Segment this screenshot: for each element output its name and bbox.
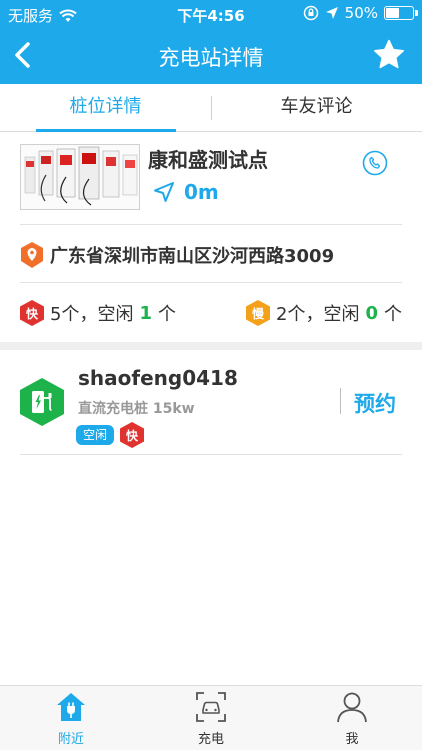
favorite-star-icon[interactable] — [372, 38, 406, 72]
charger-glyph-icon — [32, 391, 52, 413]
divider — [340, 388, 341, 414]
pile-name: shaofeng0418 — [78, 366, 238, 390]
slow-count-text: 2个，空闲 — [276, 304, 360, 325]
phone-call-icon[interactable] — [362, 150, 388, 176]
charger-photo-image — [21, 145, 139, 209]
user-icon — [337, 692, 367, 723]
nav-bar: 充电站详情 — [0, 28, 422, 84]
fast-badge-icon: 快 — [120, 422, 145, 448]
divider — [20, 454, 402, 455]
tabbar-item-charge[interactable]: 充电 — [171, 690, 251, 747]
divider — [20, 282, 402, 283]
location-pin-icon — [21, 242, 43, 268]
navigation-arrow-icon[interactable] — [152, 180, 176, 204]
status-badge: 空闲 — [76, 425, 115, 445]
station-distance: 0m — [152, 180, 219, 204]
tabbar-item-me[interactable]: 我 — [312, 690, 392, 747]
rotation-lock-icon — [303, 5, 318, 21]
station-photo[interactable] — [20, 144, 140, 210]
reserve-button[interactable]: 预约 — [354, 388, 396, 418]
tab-user-reviews[interactable]: 车友评论 — [211, 84, 422, 131]
distance-value: 0m — [184, 180, 219, 204]
home-plug-icon — [57, 693, 85, 721]
tab-bar: 桩位详情 车友评论 — [0, 84, 422, 132]
charger-counts: 快 5个，空闲 1 个 慢 2个，空闲 0 个 — [20, 300, 402, 330]
station-name: 康和盛测试点 — [148, 148, 268, 172]
fast-charger-count: 快 5个，空闲 1 个 — [20, 300, 176, 326]
fast-free-count: 1 — [139, 302, 152, 324]
fast-unit: 个 — [157, 304, 176, 325]
tabbar-item-nearby[interactable]: 附近 — [31, 690, 111, 747]
battery-icon — [384, 6, 418, 20]
address-text: 广东省深圳市南山区沙河西路3009 — [50, 246, 335, 267]
fast-count-text: 5个，空闲 — [50, 304, 134, 325]
fast-badge-icon: 快 — [20, 300, 44, 326]
tab-pile-details[interactable]: 桩位详情 — [0, 84, 211, 131]
battery-percent: 50% — [344, 4, 378, 22]
tabbar-label-nearby: 附近 — [57, 732, 84, 747]
divider — [20, 224, 402, 225]
section-gap — [0, 342, 422, 350]
charging-pile-icon — [20, 378, 64, 426]
pile-description: 直流充电桩 15kw — [78, 401, 195, 417]
active-tab-indicator — [36, 129, 176, 132]
slow-badge-icon: 慢 — [246, 300, 271, 326]
bottom-tab-bar: 附近 充电 我 — [0, 685, 422, 750]
slow-charger-count: 慢 2个，空闲 0 个 — [246, 300, 402, 326]
station-address[interactable]: 广东省深圳市南山区沙河西路3009 — [20, 242, 334, 268]
tabbar-label-me: 我 — [345, 732, 359, 747]
location-arrow-icon — [325, 7, 338, 19]
car-scan-icon — [196, 692, 226, 722]
status-bar: 无服务 下午4:56 50% — [0, 0, 422, 28]
tabbar-label-charge: 充电 — [197, 732, 224, 747]
charging-pile-item[interactable]: shaofeng0418 直流充电桩 15kw 空闲 快 预约 — [0, 350, 422, 456]
pile-tags: 空闲 快 — [76, 422, 145, 448]
slow-unit: 个 — [384, 304, 402, 325]
page-title: 充电站详情 — [158, 46, 264, 70]
slow-free-count: 0 — [365, 302, 378, 324]
